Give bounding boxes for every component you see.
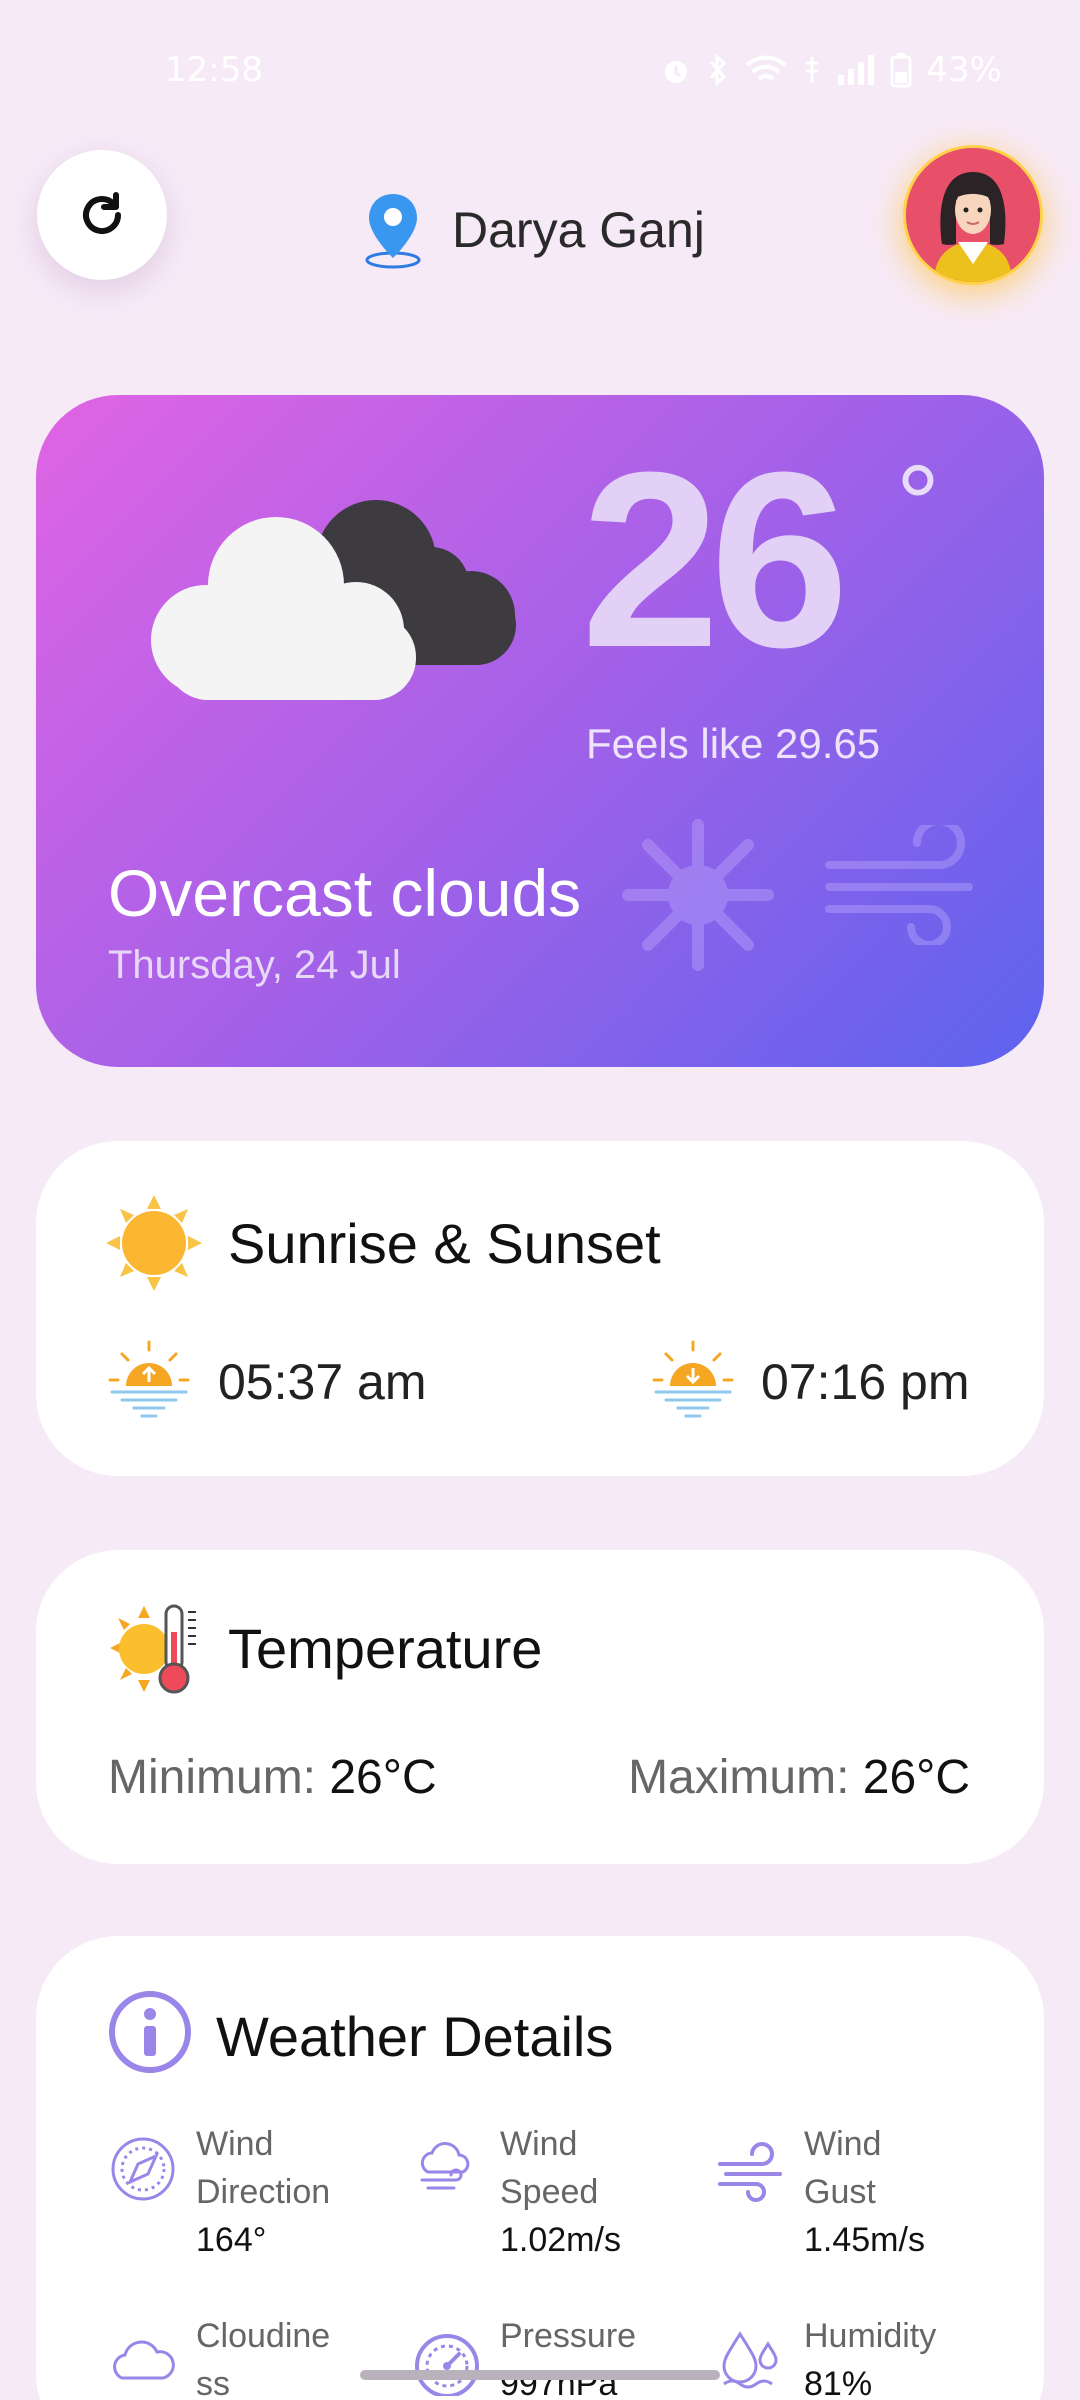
wind-icon <box>825 825 973 945</box>
detail-wind-direction: Wind Direction 164° <box>108 2120 330 2264</box>
bluetooth-icon <box>710 53 727 87</box>
status-icons: 43% <box>660 50 1002 90</box>
compass-icon <box>111 2137 175 2201</box>
location-name: Darya Ganj <box>452 202 705 258</box>
current-temperature: 26 <box>581 420 849 699</box>
sun-icon <box>106 1195 202 1291</box>
avatar-icon <box>906 148 1040 282</box>
detail-label: Pressure <box>500 2317 637 2355</box>
user-avatar[interactable] <box>903 145 1043 285</box>
sunset-time: 07:16 pm <box>761 1354 970 1410</box>
detail-label: ss <box>196 2365 230 2400</box>
detail-label: Wind <box>500 2125 578 2163</box>
detail-value: 81% <box>804 2365 873 2400</box>
sunrise-sunset-card: Sunrise & Sunset 05:37 am 07:16 pm <box>36 1141 1044 1476</box>
volte-icon <box>806 57 819 83</box>
wind-gust-icon <box>718 2142 782 2202</box>
detail-label: Direction <box>196 2173 331 2211</box>
sun-thermometer-icon <box>110 1604 196 1694</box>
temperature-min: Minimum: 26°C <box>108 1750 437 1805</box>
current-date: Thursday, 24 Jul <box>108 943 401 987</box>
detail-label: Humidity <box>804 2317 937 2355</box>
card-title: Weather Details <box>216 2005 614 2068</box>
detail-label: Speed <box>500 2173 599 2211</box>
status-bar: 12:58 43% <box>0 0 1080 140</box>
humidity-icon <box>722 2331 778 2389</box>
cloud-wind-icon <box>420 2142 470 2190</box>
detail-label: Wind <box>196 2125 274 2163</box>
battery-icon <box>890 53 912 88</box>
sunrise-time: 05:37 am <box>218 1354 427 1410</box>
sunset-icon <box>652 1340 734 1418</box>
current-weather-card: 26 ° Feels like 29.65 Overcast clouds Th… <box>36 395 1044 1067</box>
detail-label: Wind <box>804 2125 882 2163</box>
detail-wind-gust: Wind Gust 1.45m/s <box>716 2120 925 2264</box>
detail-label: Gust <box>804 2173 876 2211</box>
snowflake-icon <box>622 819 774 971</box>
location-pin-icon <box>365 194 421 269</box>
card-title: Temperature <box>228 1617 543 1680</box>
home-indicator[interactable] <box>360 2370 720 2380</box>
detail-value: 997hPa <box>500 2365 618 2400</box>
weather-condition: Overcast clouds <box>108 856 582 930</box>
alarm-icon <box>665 61 688 83</box>
temperature-max: Maximum: 26°C <box>628 1750 970 1805</box>
signal-icon <box>838 55 875 85</box>
detail-pressure: Pressure 997hPa <box>412 2312 636 2400</box>
refresh-button[interactable] <box>37 150 167 280</box>
refresh-icon <box>83 192 121 234</box>
card-title: Sunrise & Sunset <box>228 1212 661 1275</box>
temperature-card: Temperature Minimum: 26°C Maximum: 26°C <box>36 1550 1044 1864</box>
detail-label: Cloudine <box>196 2317 331 2355</box>
status-time: 12:58 <box>165 50 263 90</box>
min-value: 26°C <box>329 1751 437 1804</box>
weather-details-card: Weather Details Wind Direction 164° Wind… <box>36 1936 1044 2400</box>
sunrise-icon <box>108 1340 190 1418</box>
detail-value: 1.45m/s <box>804 2221 925 2259</box>
cloud-icon <box>113 2340 175 2380</box>
wifi-icon <box>746 55 787 81</box>
detail-value: 1.02m/s <box>500 2221 621 2259</box>
max-value: 26°C <box>862 1751 970 1804</box>
battery-percent: 43% <box>926 50 1002 90</box>
location-selector[interactable]: Darya Ganj <box>360 190 705 270</box>
detail-cloudiness: Cloudine ss <box>108 2312 330 2400</box>
detail-value: 164° <box>196 2221 267 2259</box>
max-label: Maximum: <box>628 1751 850 1804</box>
overcast-clouds-icon <box>151 500 516 700</box>
info-icon <box>109 1991 191 2073</box>
detail-wind-speed: Wind Speed 1.02m/s <box>412 2120 621 2264</box>
degree-symbol: ° <box>896 443 940 566</box>
detail-humidity: Humidity 81% <box>716 2312 936 2400</box>
gauge-icon <box>415 2334 479 2396</box>
min-label: Minimum: <box>108 1751 317 1804</box>
feels-like: Feels like 29.65 <box>586 720 881 767</box>
